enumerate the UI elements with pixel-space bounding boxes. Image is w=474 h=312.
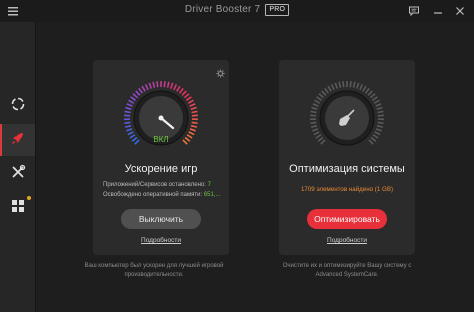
rocket-icon	[10, 130, 26, 151]
sidebar	[0, 22, 36, 312]
app-title: Driver Booster 7	[184, 4, 261, 15]
optimize-gauge	[307, 78, 387, 163]
stat-stopped-label: Приложений/Сервисов остановлено:	[103, 182, 206, 188]
optimize-title: Оптимизация системы	[289, 163, 405, 175]
optimize-note: Очистите их и оптимизируйте Вашу систему…	[282, 263, 412, 278]
items-found: 1709 элементов найдено (1 GB)	[300, 186, 394, 193]
optimize-details-link[interactable]: Подробности	[279, 237, 415, 244]
apps-icon	[10, 198, 26, 219]
refresh-icon	[10, 96, 26, 117]
game-boost-panel: ВКЛ Ускорение игр Приложений/Сервисов ос…	[93, 60, 229, 255]
broom-icon	[335, 106, 359, 135]
boost-note: Ваш компьютер был ускорен для лучшей игр…	[84, 263, 224, 278]
close-icon[interactable]	[454, 4, 466, 16]
pro-badge: PRO	[265, 4, 290, 16]
sidebar-item-tools[interactable]	[0, 158, 35, 190]
stat-memory-label: Освобождено оперативной памяти:	[103, 192, 203, 198]
sidebar-item-scan[interactable]	[0, 90, 35, 122]
notification-dot	[27, 196, 31, 200]
message-icon[interactable]	[408, 4, 420, 17]
boost-gauge: ВКЛ	[121, 78, 201, 163]
window-title: Driver Booster 7 PRO	[0, 4, 474, 16]
stat-stopped-value: 7	[207, 182, 211, 188]
stat-memory: Освобождено оперативной памяти: 651,...	[103, 192, 221, 198]
sidebar-item-boost[interactable]	[0, 124, 35, 156]
turn-off-button[interactable]: Выключить	[121, 209, 201, 229]
boost-title: Ускорение игр	[124, 163, 198, 175]
tools-icon	[10, 164, 26, 185]
stat-stopped: Приложений/Сервисов остановлено: 7	[103, 182, 211, 188]
boost-details-link[interactable]: Подробности	[93, 237, 229, 244]
minimize-icon[interactable]	[432, 4, 444, 16]
title-bar: Driver Booster 7 PRO	[0, 0, 474, 22]
boost-status: ВКЛ	[153, 135, 169, 144]
sidebar-item-apps[interactable]	[0, 192, 35, 224]
system-optimize-panel: Оптимизация системы 1709 элементов найде…	[279, 60, 415, 255]
stat-memory-value: 651,...	[203, 192, 221, 198]
optimize-button[interactable]: Оптимизировать	[307, 209, 387, 229]
gear-icon[interactable]	[216, 65, 225, 83]
